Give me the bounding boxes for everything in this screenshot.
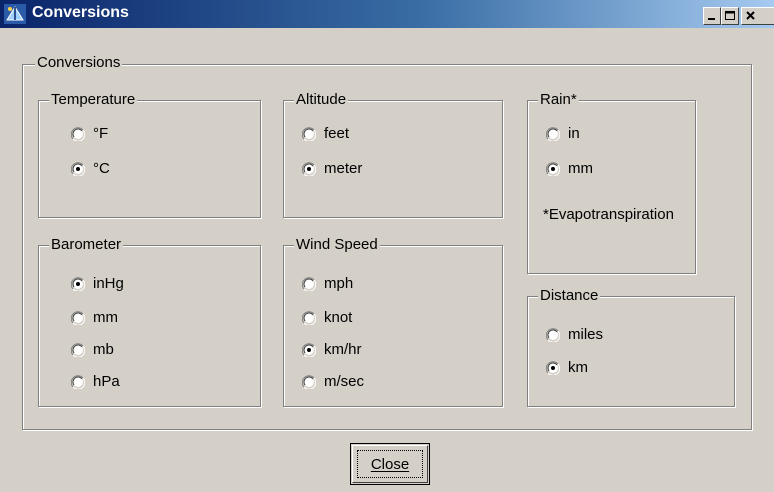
radio-checked-icon <box>71 277 85 291</box>
barometer-group-label: Barometer <box>49 236 124 254</box>
maximize-icon <box>725 11 735 20</box>
barometer-mb-radio[interactable]: mb <box>71 340 114 360</box>
radio-unchecked-icon <box>71 127 85 141</box>
close-button-label: Close <box>370 455 410 473</box>
radio-label: m/sec <box>324 373 365 390</box>
wind-speed-msec-radio[interactable]: m/sec <box>302 372 364 392</box>
rain-in-radio[interactable]: in <box>546 124 580 144</box>
close-window-button[interactable] <box>741 7 774 25</box>
radio-label: in <box>568 125 580 142</box>
radio-label: °F <box>93 125 109 142</box>
temperature-celsius-radio[interactable]: °C <box>71 159 110 179</box>
distance-group-label: Distance <box>538 287 601 305</box>
conversions-group-label: Conversions <box>35 54 123 72</box>
close-button[interactable]: Close <box>350 443 430 485</box>
radio-checked-icon <box>71 162 85 176</box>
radio-label: mph <box>324 275 354 292</box>
radio-label: hPa <box>93 373 120 390</box>
weather-app-icon <box>4 4 26 24</box>
radio-unchecked-icon <box>302 311 316 325</box>
radio-label: km/hr <box>324 341 362 358</box>
rain-group-label: Rain* <box>538 91 579 109</box>
radio-label: °C <box>93 160 110 177</box>
radio-label: mm <box>568 160 593 177</box>
barometer-mm-radio[interactable]: mm <box>71 308 118 328</box>
radio-unchecked-icon <box>71 375 85 389</box>
barometer-inhg-radio[interactable]: inHg <box>71 274 124 294</box>
maximize-button[interactable] <box>721 7 739 25</box>
evapotranspiration-note: *Evapotranspiration <box>543 206 674 223</box>
rain-mm-radio[interactable]: mm <box>546 159 593 179</box>
radio-label: knot <box>324 309 353 326</box>
barometer-hpa-radio[interactable]: hPa <box>71 372 120 392</box>
radio-checked-icon <box>546 162 560 176</box>
radio-unchecked-icon <box>71 311 85 325</box>
radio-unchecked-icon <box>302 375 316 389</box>
altitude-meter-radio[interactable]: meter <box>302 159 362 179</box>
window-title: Conversions <box>32 4 129 21</box>
distance-group: Distance <box>527 287 735 407</box>
altitude-group-label: Altitude <box>294 91 349 109</box>
close-icon <box>746 11 755 20</box>
wind-speed-mph-radio[interactable]: mph <box>302 274 353 294</box>
wind-speed-knot-radio[interactable]: knot <box>302 308 352 328</box>
radio-label: mm <box>93 309 118 326</box>
temperature-group-label: Temperature <box>49 91 138 109</box>
wind-speed-kmhr-radio[interactable]: km/hr <box>302 340 362 360</box>
radio-label: feet <box>324 125 350 142</box>
distance-km-radio[interactable]: km <box>546 358 588 378</box>
wind-speed-group-label: Wind Speed <box>294 236 380 254</box>
minimize-icon <box>708 18 715 20</box>
temperature-fahrenheit-radio[interactable]: °F <box>71 124 108 144</box>
radio-unchecked-icon <box>71 343 85 357</box>
radio-checked-icon <box>302 343 316 357</box>
radio-unchecked-icon <box>546 127 560 141</box>
distance-miles-radio[interactable]: miles <box>546 325 603 345</box>
radio-label: mb <box>93 341 114 358</box>
altitude-feet-radio[interactable]: feet <box>302 124 349 144</box>
radio-checked-icon <box>546 361 560 375</box>
close-button-face: Close <box>352 445 428 483</box>
title-bar[interactable]: Conversions <box>0 0 774 28</box>
radio-checked-icon <box>302 162 316 176</box>
radio-label: inHg <box>93 275 124 292</box>
radio-unchecked-icon <box>546 328 560 342</box>
radio-label: meter <box>324 160 363 177</box>
radio-label: miles <box>568 326 604 343</box>
radio-unchecked-icon <box>302 127 316 141</box>
minimize-button[interactable] <box>703 7 721 25</box>
radio-unchecked-icon <box>302 277 316 291</box>
radio-label: km <box>568 359 588 376</box>
